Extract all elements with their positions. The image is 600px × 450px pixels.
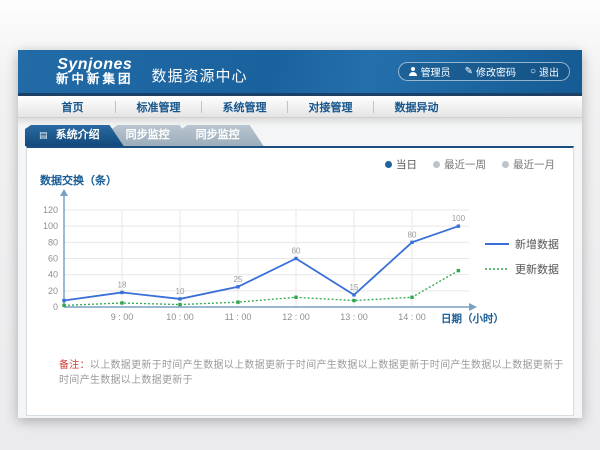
radio-label: 最近一月	[513, 157, 555, 172]
svg-text:60: 60	[292, 247, 301, 256]
radio-last-month[interactable]: 最近一月	[502, 157, 555, 172]
tab-label: 系统介绍	[56, 129, 100, 141]
footnote-prefix: 备注：	[59, 360, 90, 371]
time-range-selector: 当日 最近一周 最近一月	[385, 157, 555, 172]
svg-text:20: 20	[48, 286, 58, 296]
tab-bar: ▤ 系统介绍 同步监控 同步监控	[25, 125, 582, 146]
svg-text:80: 80	[408, 230, 417, 239]
svg-text:14 : 00: 14 : 00	[398, 312, 426, 322]
radio-today[interactable]: 当日	[385, 157, 417, 172]
svg-text:15: 15	[350, 283, 359, 292]
radio-selected-icon	[385, 161, 392, 168]
nav-item-interface-mgmt[interactable]: 对接管理	[288, 99, 373, 115]
edit-icon: ✎	[465, 67, 473, 77]
svg-text:12 : 00: 12 : 00	[282, 312, 310, 322]
desktop-background: Synjones 新中新集团 数据资源中心 管理员 ✎ 修改密码 ○ 退出	[0, 0, 600, 450]
current-user-label: 管理员	[421, 64, 451, 79]
tab-system-intro[interactable]: ▤ 系统介绍	[25, 125, 124, 146]
current-user-button[interactable]: 管理员	[409, 64, 451, 79]
chart-panel: 当日 最近一周 最近一月 数据交换（条） 0204060801001209 : …	[26, 146, 574, 416]
legend-line-sample	[485, 240, 509, 248]
power-icon: ○	[530, 67, 536, 77]
legend-label: 更新数据	[515, 261, 559, 277]
chart-legend: 新增数据 更新数据	[485, 236, 559, 286]
svg-text:60: 60	[48, 254, 58, 264]
content-area: ▤ 系统介绍 同步监控 同步监控 当日	[18, 118, 582, 418]
app-window: Synjones 新中新集团 数据资源中心 管理员 ✎ 修改密码 ○ 退出	[18, 50, 582, 418]
footnote: 备注：以上数据更新于时间产生数据以上数据更新于时间产生数据以上数据更新于时间产生…	[59, 356, 573, 386]
app-header: Synjones 新中新集团 数据资源中心 管理员 ✎ 修改密码 ○ 退出	[18, 50, 582, 93]
svg-text:25: 25	[234, 275, 243, 284]
brand-logo: Synjones 新中新集团	[56, 57, 134, 87]
svg-text:18: 18	[118, 280, 127, 289]
line-chart: 0 20 40 60 80 100 120 9 : 00 10 : 00 11 : 00 12 : …	[37, 186, 527, 328]
radio-label: 当日	[396, 157, 417, 172]
nav-item-standard-mgmt[interactable]: 标准管理	[116, 99, 201, 115]
tab-label: 同步监控	[196, 129, 240, 141]
footnote-text: 以上数据更新于时间产生数据以上数据更新于时间产生数据以上数据更新于时间产生数据以…	[59, 360, 564, 386]
radio-unselected-icon	[433, 161, 440, 168]
logout-button[interactable]: ○ 退出	[530, 64, 559, 79]
radio-label: 最近一周	[444, 157, 486, 172]
radio-unselected-icon	[502, 161, 509, 168]
svg-text:0: 0	[53, 302, 58, 312]
logout-label: 退出	[539, 64, 559, 79]
svg-text:80: 80	[48, 237, 58, 247]
legend-label: 新增数据	[515, 236, 559, 252]
svg-text:100: 100	[452, 214, 466, 223]
tab-sync-monitor-1[interactable]: 同步监控	[112, 125, 194, 146]
nav-item-data-change[interactable]: 数据异动	[374, 99, 459, 115]
brand-logo-subtext: 新中新集团	[56, 73, 134, 86]
change-password-label: 修改密码	[476, 64, 516, 79]
svg-text:10 : 00: 10 : 00	[166, 312, 194, 322]
nav-item-home[interactable]: 首页	[30, 99, 115, 115]
brand-logo-text: Synjones	[56, 57, 134, 74]
tab-label: 同步监控	[126, 129, 170, 141]
svg-text:120: 120	[43, 205, 58, 215]
legend-item-updated-data: 更新数据	[485, 261, 559, 277]
svg-text:100: 100	[43, 221, 58, 231]
main-nav: 首页 标准管理 系统管理 对接管理 数据异动	[18, 93, 582, 118]
svg-text:日期（小时）: 日期（小时）	[441, 312, 504, 325]
legend-line-sample	[485, 265, 509, 273]
radio-last-week[interactable]: 最近一周	[433, 157, 486, 172]
nav-item-system-mgmt[interactable]: 系统管理	[202, 99, 287, 115]
legend-item-new-data: 新增数据	[485, 236, 559, 252]
person-icon	[409, 67, 418, 76]
tab-sync-monitor-2[interactable]: 同步监控	[182, 125, 264, 146]
user-toolbar: 管理员 ✎ 修改密码 ○ 退出	[398, 62, 570, 81]
app-title: 数据资源中心	[152, 65, 248, 93]
svg-text:40: 40	[48, 270, 58, 280]
svg-text:10: 10	[176, 287, 185, 296]
document-icon: ▤	[39, 130, 48, 140]
svg-text:11 : 00: 11 : 00	[225, 312, 252, 322]
svg-text:9 : 00: 9 : 00	[111, 312, 134, 322]
change-password-button[interactable]: ✎ 修改密码	[465, 64, 516, 79]
svg-text:13 : 00: 13 : 00	[340, 312, 368, 322]
